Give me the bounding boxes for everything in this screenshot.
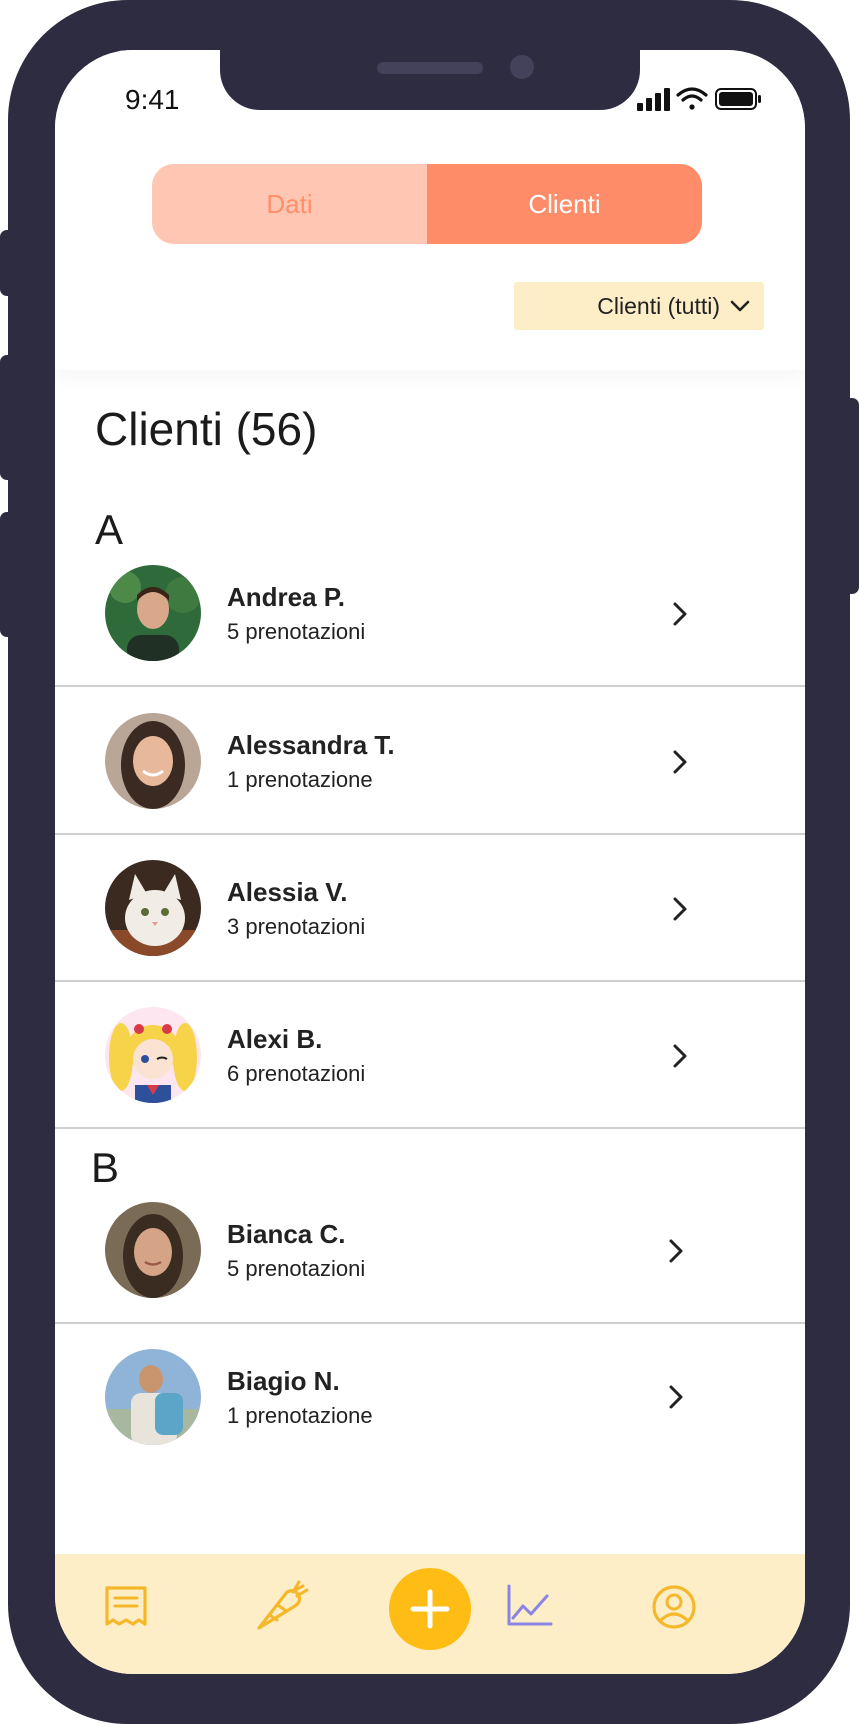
battery-icon [715, 88, 761, 110]
client-booking-count: 6 prenotazioni [227, 1060, 366, 1086]
client-booking-count: 5 prenotazioni [227, 1255, 366, 1281]
tab-clienti[interactable]: Clienti [427, 164, 702, 244]
filter-label: Clienti (tutti) [597, 292, 720, 319]
volume-up-button [0, 355, 14, 480]
wifi-icon [676, 87, 708, 110]
phone-screen: Dati Clienti Clienti (tutti) 9:41 Client… [55, 50, 805, 1674]
page-title: Clienti (56) [95, 403, 318, 455]
add-button[interactable] [389, 1568, 471, 1650]
front-camera [510, 55, 534, 79]
client-booking-count: 5 prenotazioni [227, 618, 366, 644]
avatar [105, 1007, 201, 1103]
avatar [105, 713, 201, 809]
client-booking-count: 1 prenotazione [227, 1402, 373, 1428]
volume-down-button [0, 512, 14, 637]
client-name: Alessia V. [227, 876, 348, 907]
status-icons [637, 87, 761, 111]
plus-icon [410, 1589, 450, 1629]
mute-switch [0, 230, 14, 296]
user-circle-icon[interactable] [651, 1584, 697, 1630]
client-booking-count: 1 prenotazione [227, 766, 373, 792]
client-name: Andrea P. [227, 581, 346, 612]
notch [220, 50, 640, 110]
signal-icon [637, 88, 670, 111]
client-name: Alexi B. [227, 1023, 323, 1054]
avatar [105, 860, 201, 956]
power-button [845, 398, 859, 594]
clients-filter-dropdown[interactable]: Clienti (tutti) [514, 282, 764, 330]
client-row[interactable]: Bianca C. 5 prenotazioni [55, 1178, 805, 1324]
segmented-control: Dati Clienti [152, 164, 702, 244]
chevron-right-icon [669, 1385, 683, 1409]
client-row[interactable]: Alexi B. 6 prenotazioni [55, 983, 805, 1129]
chevron-right-icon [673, 750, 687, 774]
speaker [377, 62, 483, 74]
receipt-icon[interactable] [103, 1584, 149, 1628]
avatar [105, 1349, 201, 1445]
chevron-right-icon [669, 1239, 683, 1263]
client-booking-count: 3 prenotazioni [227, 913, 366, 939]
chevron-right-icon [673, 602, 687, 626]
client-row[interactable]: Alessandra T. 1 prenotazione [55, 689, 805, 835]
chevron-right-icon [673, 897, 687, 921]
carrot-icon[interactable] [253, 1578, 309, 1634]
avatar [105, 565, 201, 661]
client-name: Biagio N. [227, 1365, 340, 1396]
chevron-down-icon [730, 300, 750, 312]
status-time: 9:41 [125, 84, 180, 115]
client-name: Bianca C. [227, 1218, 346, 1249]
client-row[interactable]: Andrea P. 5 prenotazioni [55, 541, 805, 687]
chevron-right-icon [673, 1044, 687, 1068]
chart-line-icon[interactable] [505, 1584, 553, 1628]
client-name: Alessandra T. [227, 729, 395, 760]
client-row[interactable]: Biagio N. 1 prenotazione [55, 1324, 805, 1470]
avatar [105, 1202, 201, 1298]
client-row[interactable]: Alessia V. 3 prenotazioni [55, 836, 805, 982]
tab-dati[interactable]: Dati [152, 164, 427, 244]
